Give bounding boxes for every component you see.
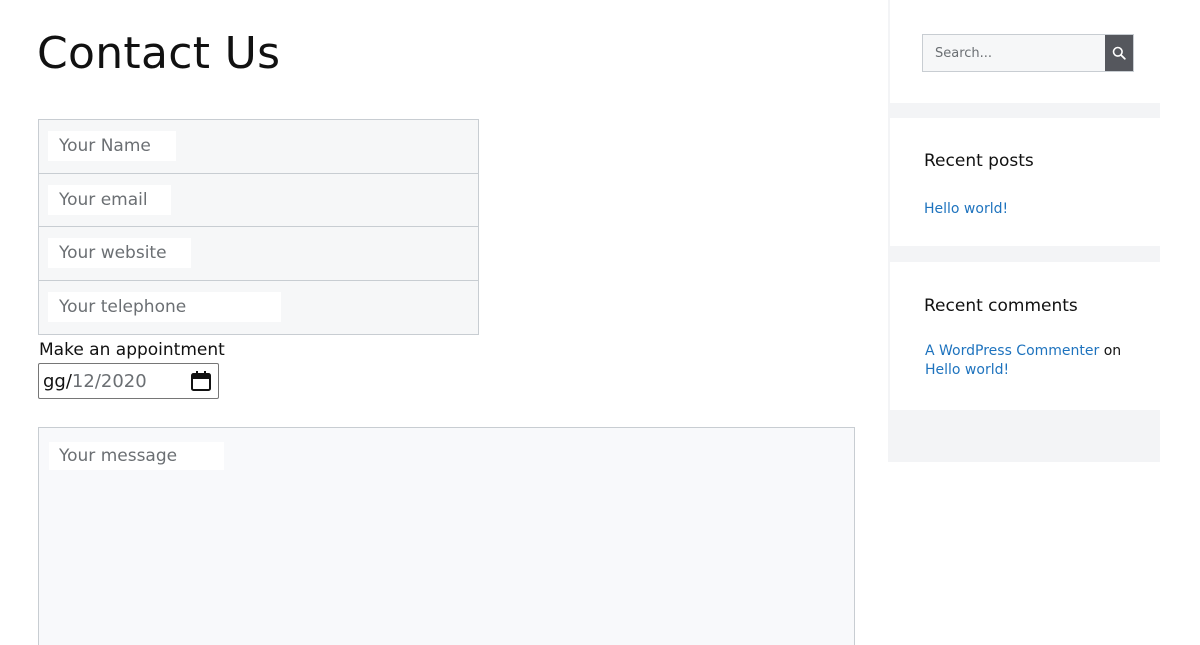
list-item: Hello world!: [924, 198, 1008, 217]
date-month-year-segment[interactable]: 12/2020: [72, 371, 147, 392]
recent-comments-list: A WordPress Commenter on Hello world!: [925, 342, 1145, 380]
telephone-field[interactable]: Your telephone: [39, 281, 478, 335]
search-widget: [890, 0, 1160, 103]
search-form: [922, 34, 1134, 72]
list-item: A WordPress Commenter on Hello world!: [925, 342, 1145, 380]
recent-comments-title: Recent comments: [924, 296, 1078, 316]
date-day-segment[interactable]: gg/: [43, 371, 72, 392]
appointment-date-input[interactable]: gg/ 12/2020: [38, 363, 219, 399]
search-input[interactable]: [923, 35, 1105, 71]
message-textarea[interactable]: Your message: [38, 427, 855, 645]
website-field[interactable]: Your website: [39, 227, 478, 281]
search-button[interactable]: [1105, 35, 1133, 71]
post-link[interactable]: Hello world!: [924, 201, 1008, 217]
email-placeholder: Your email: [48, 184, 171, 215]
appointment-label: Make an appointment: [39, 340, 225, 360]
comment-post-link[interactable]: Hello world!: [925, 362, 1009, 378]
recent-posts-widget: Recent posts Hello world!: [890, 118, 1160, 246]
message-placeholder: Your message: [49, 442, 224, 470]
comment-connector: on: [1103, 343, 1122, 359]
name-placeholder: Your Name: [48, 131, 176, 161]
recent-posts-title: Recent posts: [924, 151, 1034, 171]
telephone-placeholder: Your telephone: [48, 291, 281, 322]
email-field[interactable]: Your email: [39, 174, 478, 227]
name-field[interactable]: Your Name: [39, 120, 478, 174]
page-title: Contact Us: [37, 28, 281, 79]
contact-form: Your Name Your email Your website Your t…: [38, 119, 479, 335]
search-icon: [1112, 46, 1126, 60]
calendar-icon[interactable]: [190, 370, 212, 392]
recent-comments-widget: Recent comments A WordPress Commenter on…: [890, 262, 1160, 410]
recent-posts-list: Hello world!: [924, 198, 1008, 217]
website-placeholder: Your website: [48, 238, 191, 268]
comment-author-link[interactable]: A WordPress Commenter: [925, 343, 1099, 359]
